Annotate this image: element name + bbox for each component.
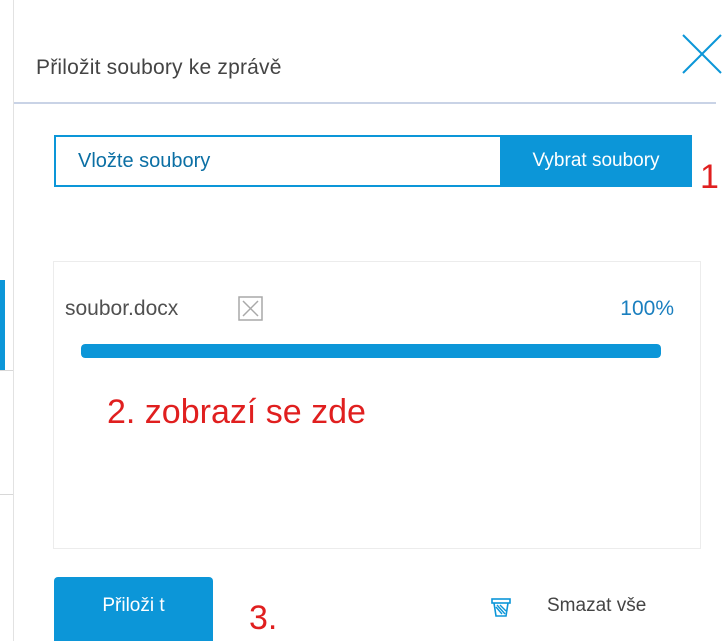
file-drop-row: Vybrat soubory bbox=[54, 135, 692, 187]
background-left-accent bbox=[0, 280, 5, 370]
page: Přiložit soubory ke zprávě Vybrat soubor… bbox=[0, 0, 728, 641]
close-x-icon bbox=[682, 34, 722, 74]
annotation-step-3: 3. bbox=[249, 599, 278, 637]
clear-all-label: Smazat vše bbox=[547, 595, 647, 616]
background-divider bbox=[0, 494, 13, 495]
annotation-step-2: 2. zobrazí se zde bbox=[107, 393, 366, 431]
trash-icon bbox=[491, 598, 511, 617]
attach-button-label: Přiloži t bbox=[102, 595, 165, 616]
close-button[interactable] bbox=[678, 30, 726, 78]
choose-files-button[interactable]: Vybrat soubory bbox=[500, 135, 692, 187]
attach-files-dialog: Přiložit soubory ke zprávě Vybrat soubor… bbox=[13, 0, 728, 641]
remove-file-button[interactable] bbox=[235, 293, 267, 325]
attach-button[interactable]: Přiloži t bbox=[54, 577, 213, 641]
file-name: soubor.docx bbox=[65, 297, 179, 320]
remove-file-icon bbox=[238, 296, 263, 321]
upload-progress-bar bbox=[81, 344, 661, 358]
background-divider bbox=[0, 370, 13, 371]
annotation-step-1: 1 bbox=[700, 158, 719, 196]
upload-progress-fill bbox=[81, 344, 661, 358]
upload-percent: 100% bbox=[620, 297, 674, 320]
dialog-title: Přiložit soubory ke zprávě bbox=[36, 56, 282, 79]
dialog-header: Přiložit soubory ke zprávě bbox=[14, 0, 722, 104]
file-drop-input[interactable] bbox=[56, 137, 500, 185]
